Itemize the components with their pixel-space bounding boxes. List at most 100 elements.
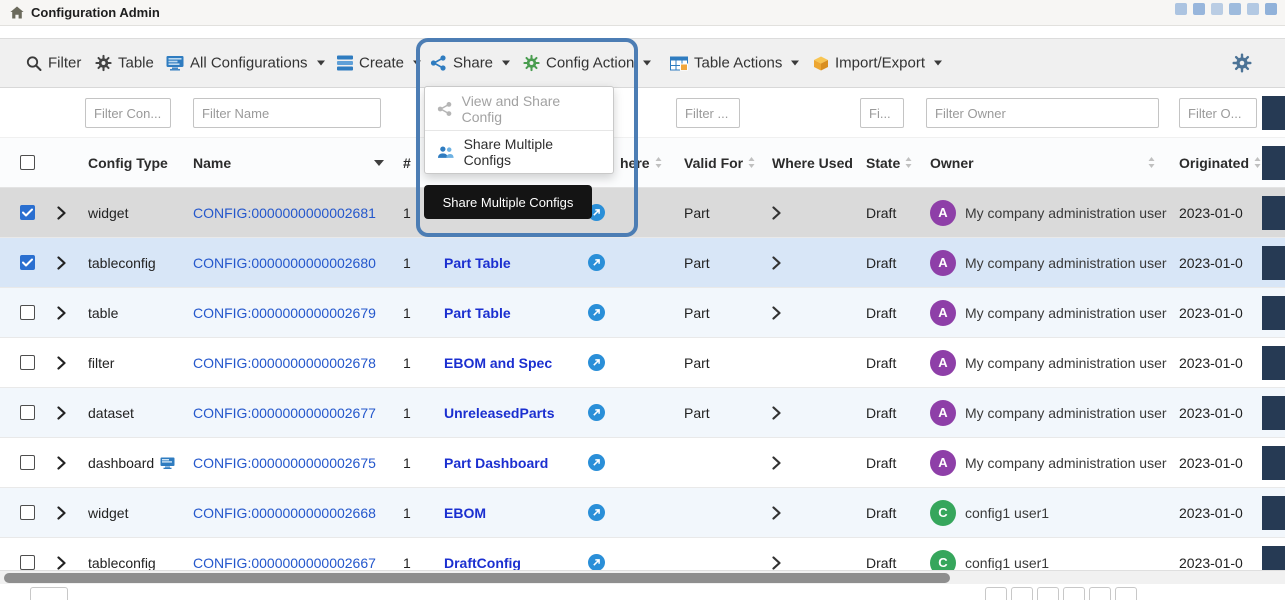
- launch-icon[interactable]: [588, 254, 605, 271]
- expand-chevron-icon[interactable]: [57, 356, 66, 370]
- app-titlebar: Configuration Admin: [0, 0, 1285, 26]
- column-header-state[interactable]: State: [856, 155, 926, 171]
- topbar-icon[interactable]: [1175, 3, 1187, 15]
- where-used-chevron-icon[interactable]: [772, 456, 781, 470]
- row-checkbox[interactable]: [20, 305, 35, 320]
- pagination-button[interactable]: [1115, 587, 1137, 600]
- expand-chevron-icon[interactable]: [57, 256, 66, 270]
- select-all-checkbox[interactable]: [20, 155, 35, 170]
- filter-originated-input[interactable]: [1179, 98, 1257, 128]
- table-row[interactable]: filter CONFIG:0000000000002678 1 EBOM an…: [0, 338, 1285, 388]
- pagination-button[interactable]: [985, 587, 1007, 600]
- import-export-dropdown[interactable]: Import/Export: [813, 55, 942, 72]
- config-id-link[interactable]: CONFIG:0000000000002679: [193, 305, 376, 321]
- expand-chevron-icon[interactable]: [57, 406, 66, 420]
- expand-chevron-icon[interactable]: [57, 556, 66, 570]
- horizontal-scrollbar-track[interactable]: [0, 570, 1285, 584]
- launch-icon[interactable]: [588, 454, 605, 471]
- launch-icon[interactable]: [588, 554, 605, 571]
- row-checkbox[interactable]: [20, 555, 35, 570]
- row-checkbox[interactable]: [20, 455, 35, 470]
- pagination: [985, 587, 1137, 600]
- share-multiple-configs-tooltip: Share Multiple Configs: [424, 185, 592, 219]
- launch-icon[interactable]: [588, 304, 605, 321]
- topbar-icon[interactable]: [1211, 3, 1223, 15]
- filter-owner-input[interactable]: [926, 98, 1159, 128]
- toolbar: Filter Table All Configurations Create S…: [0, 38, 1285, 88]
- config-label-link[interactable]: EBOM: [444, 505, 486, 521]
- filter-name-input[interactable]: [193, 98, 381, 128]
- launch-icon[interactable]: [588, 404, 605, 421]
- expand-chevron-icon[interactable]: [57, 306, 66, 320]
- topbar-icon[interactable]: [1247, 3, 1259, 15]
- where-used-chevron-icon[interactable]: [772, 206, 781, 220]
- column-header-name[interactable]: Name: [193, 155, 400, 171]
- all-configurations-dropdown[interactable]: All Configurations: [166, 55, 325, 72]
- filter-valid-for-input[interactable]: [676, 98, 740, 128]
- config-label-link[interactable]: EBOM and Spec: [444, 355, 552, 371]
- config-id-link[interactable]: CONFIG:0000000000002678: [193, 355, 376, 371]
- config-id-link[interactable]: CONFIG:0000000000002667: [193, 555, 376, 571]
- config-label-link[interactable]: Part Dashboard: [444, 455, 548, 471]
- config-id-link[interactable]: CONFIG:0000000000002675: [193, 455, 376, 471]
- config-label-link[interactable]: DraftConfig: [444, 555, 521, 571]
- create-dropdown[interactable]: Create: [337, 55, 421, 72]
- expand-chevron-icon[interactable]: [57, 506, 66, 520]
- table-row[interactable]: tableconfig CONFIG:0000000000002680 1 Pa…: [0, 238, 1285, 288]
- column-header-owner[interactable]: Owner: [926, 155, 1169, 171]
- bottom-left-button[interactable]: [30, 587, 68, 600]
- table-row[interactable]: widget CONFIG:0000000000002681 1 Part Dr…: [0, 188, 1285, 238]
- where-used-chevron-icon[interactable]: [772, 406, 781, 420]
- where-used-chevron-icon[interactable]: [772, 306, 781, 320]
- launch-icon[interactable]: [588, 504, 605, 521]
- filter-state-input[interactable]: [860, 98, 904, 128]
- table-row[interactable]: dashboard CONFIG:0000000000002675 1 Part…: [0, 438, 1285, 488]
- config-label-link[interactable]: Part Table: [444, 255, 511, 271]
- home-icon[interactable]: [10, 6, 24, 19]
- filter-button[interactable]: Filter: [26, 55, 81, 72]
- launch-icon[interactable]: [588, 354, 605, 371]
- table-row[interactable]: widget CONFIG:0000000000002668 1 EBOM Dr…: [0, 488, 1285, 538]
- config-id-link[interactable]: CONFIG:0000000000002677: [193, 405, 376, 421]
- column-header-where-used[interactable]: Where Used: [760, 155, 856, 171]
- table-row[interactable]: dataset CONFIG:0000000000002677 1 Unrele…: [0, 388, 1285, 438]
- pagination-button[interactable]: [1037, 587, 1059, 600]
- pagination-button[interactable]: [1089, 587, 1111, 600]
- table-actions-dropdown[interactable]: Table Actions: [670, 55, 799, 72]
- where-used-chevron-icon[interactable]: [772, 506, 781, 520]
- table-settings-button[interactable]: Table: [95, 55, 154, 72]
- column-header-config-type[interactable]: Config Type: [88, 155, 193, 171]
- config-id-link[interactable]: CONFIG:0000000000002668: [193, 505, 376, 521]
- filter-config-type-input[interactable]: [85, 98, 171, 128]
- config-label-link[interactable]: UnreleasedParts: [444, 405, 555, 421]
- topbar-icon[interactable]: [1229, 3, 1241, 15]
- table-preferences-gear-button[interactable]: [1232, 53, 1252, 73]
- row-checkbox[interactable]: [20, 205, 35, 220]
- share-dropdown-button[interactable]: Share: [430, 55, 510, 72]
- expand-chevron-icon[interactable]: [57, 456, 66, 470]
- share-icon: [437, 101, 453, 117]
- config-action-dropdown[interactable]: Config Action: [523, 55, 651, 72]
- expand-chevron-icon[interactable]: [57, 206, 66, 220]
- where-used-chevron-icon[interactable]: [772, 556, 781, 570]
- row-checkbox[interactable]: [20, 505, 35, 520]
- menu-item-share-multiple-configs[interactable]: Share Multiple Configs: [425, 130, 613, 173]
- config-label-link[interactable]: Part Table: [444, 305, 511, 321]
- topbar-icon[interactable]: [1265, 3, 1277, 15]
- config-id-link[interactable]: CONFIG:0000000000002681: [193, 205, 376, 221]
- horizontal-scrollbar-thumb[interactable]: [4, 573, 950, 583]
- table-row[interactable]: table CONFIG:0000000000002679 1 Part Tab…: [0, 288, 1285, 338]
- row-checkbox[interactable]: [20, 405, 35, 420]
- owner-avatar: A: [930, 250, 956, 276]
- topbar-icons: [1175, 3, 1277, 15]
- topbar-icon[interactable]: [1193, 3, 1205, 15]
- valid-for-text: Part: [684, 355, 710, 371]
- config-id-link[interactable]: CONFIG:0000000000002680: [193, 255, 376, 271]
- pagination-button[interactable]: [1011, 587, 1033, 600]
- where-used-chevron-icon[interactable]: [772, 256, 781, 270]
- row-checkbox[interactable]: [20, 355, 35, 370]
- pagination-button[interactable]: [1063, 587, 1085, 600]
- column-header-valid-for[interactable]: Valid For: [674, 155, 760, 171]
- menu-item-view-and-share-config[interactable]: View and Share Config: [425, 87, 613, 130]
- row-checkbox[interactable]: [20, 255, 35, 270]
